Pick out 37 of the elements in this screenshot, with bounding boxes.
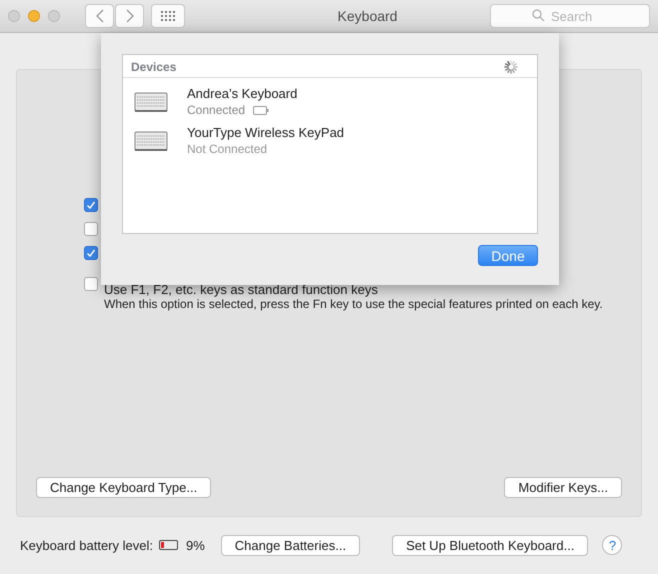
list-header: Devices xyxy=(131,60,176,74)
keyboard-icon xyxy=(134,130,168,152)
zoom-button[interactable] xyxy=(48,10,60,22)
keyboard-icon xyxy=(134,90,168,112)
battery-percentage: 9% xyxy=(186,538,205,552)
device-name: YourType Wireless KeyPad xyxy=(187,125,344,140)
panel-button[interactable]: Modifier Keys... xyxy=(504,477,622,498)
device-status: Not Connected xyxy=(187,142,268,156)
grid-icon xyxy=(161,11,175,21)
minimize-button[interactable] xyxy=(28,10,40,22)
battery-icon xyxy=(253,106,270,114)
chevron-right-icon xyxy=(124,9,134,23)
search-field[interactable]: Search xyxy=(490,4,650,28)
device-row[interactable]: Andrea’s Keyboard Connected xyxy=(123,78,537,117)
device-name: Andrea’s Keyboard xyxy=(187,86,298,101)
bluetooth-setup-button[interactable]: Set Up Bluetooth Keyboard... xyxy=(392,534,588,556)
close-button[interactable] xyxy=(8,10,20,22)
chevron-left-icon xyxy=(94,9,104,23)
device-row[interactable]: YourType Wireless KeyPad Not Connected xyxy=(123,117,537,156)
battery-label: Keyboard battery level: xyxy=(20,538,153,552)
device-status: Connected xyxy=(187,103,246,117)
checkbox[interactable] xyxy=(84,246,98,260)
option-label: Use F1, F2, etc. keys as standard function keys xyxy=(104,282,378,297)
checkbox[interactable] xyxy=(84,222,98,236)
change-batteries-button[interactable]: Change Batteries... xyxy=(220,534,360,556)
option-description: When this option is selected, press the Fn key to use the special features printed on each key. xyxy=(104,297,604,311)
battery-icon xyxy=(158,540,178,550)
panel-button[interactable]: Change Keyboard Type... xyxy=(36,477,212,498)
show-all-button[interactable] xyxy=(151,4,185,28)
checkbox[interactable] xyxy=(84,198,98,212)
window-title: Keyboard xyxy=(336,8,398,24)
search-icon xyxy=(532,9,545,22)
forward-button[interactable] xyxy=(115,4,144,28)
spinner-icon xyxy=(503,59,519,75)
help-button[interactable]: ? xyxy=(602,535,622,555)
checkbox[interactable] xyxy=(84,276,98,290)
back-button[interactable] xyxy=(85,4,114,28)
